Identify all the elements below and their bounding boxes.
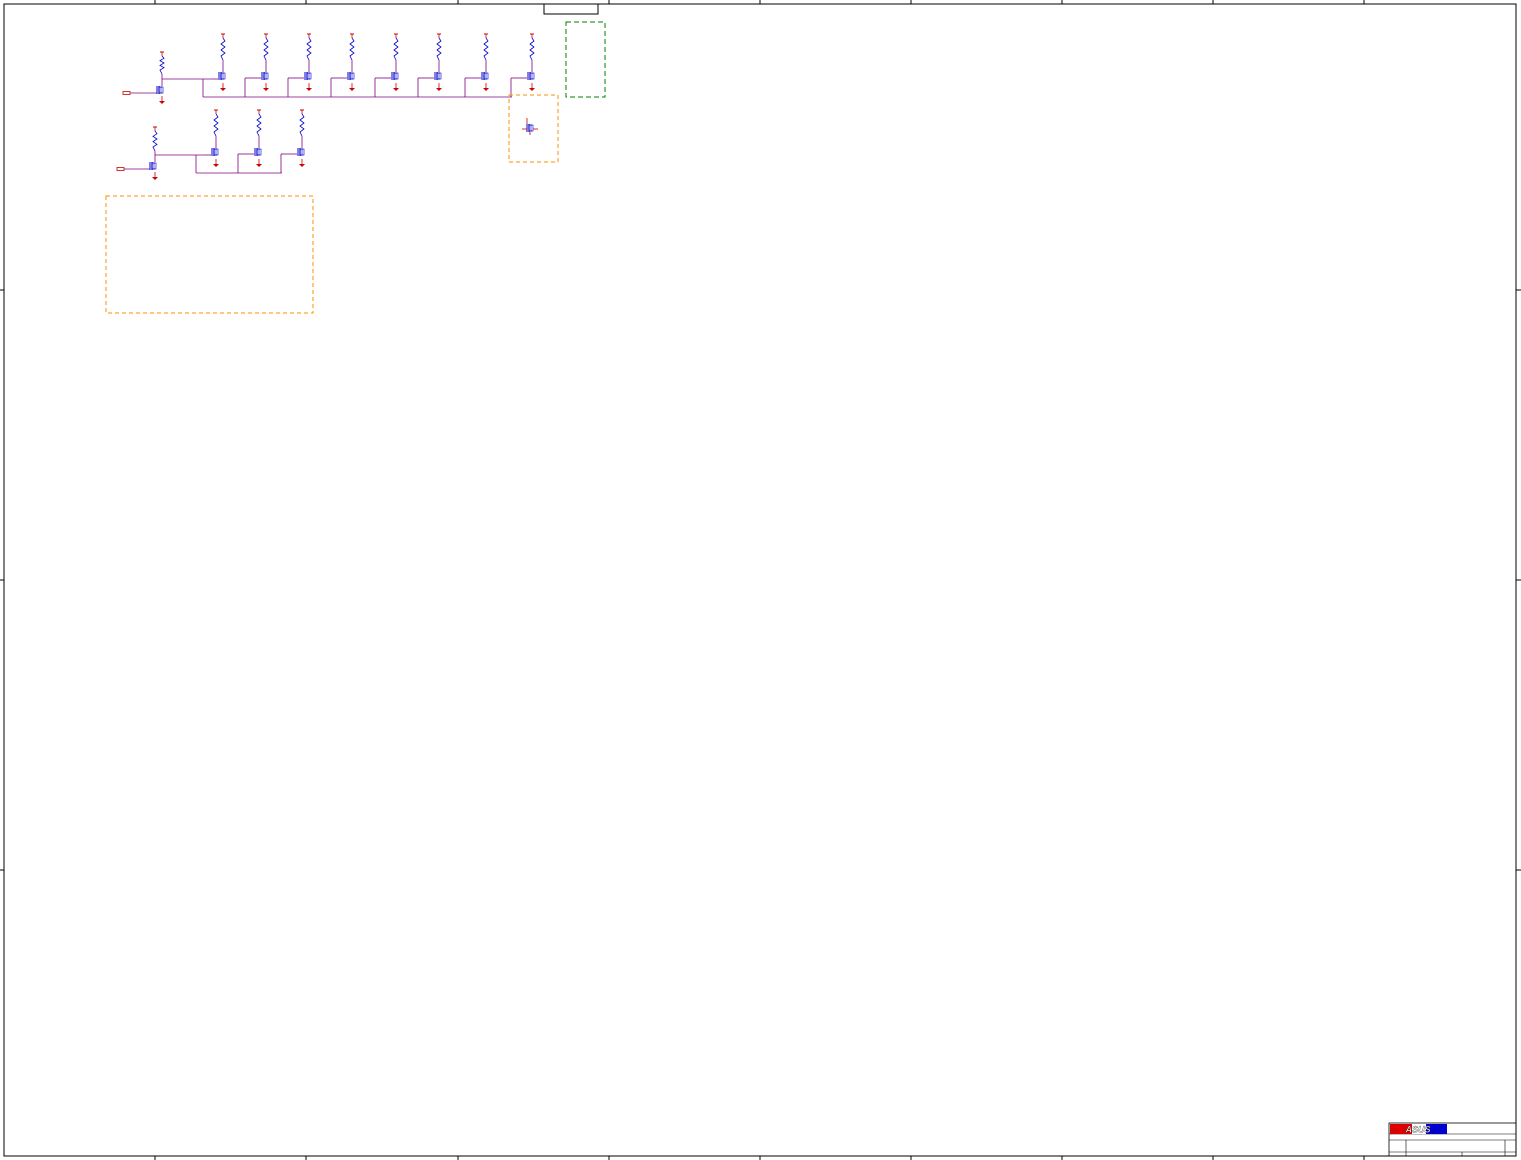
bottom-row-circuit [116,109,305,180]
mosfet-transistor [211,148,219,156]
ground-symbol [436,83,442,91]
pullup-resistor [299,109,305,137]
ground-arrow [220,88,226,91]
mosfet-transistor [297,148,305,156]
pullup-resistor [529,33,535,61]
mosfet-transistor [254,148,262,156]
body-diode [215,148,219,156]
resistor-body [263,37,269,61]
ground-arrow [256,164,262,167]
resistor-body [529,37,535,61]
body-diode [395,72,399,80]
mosfet-transistor [527,72,535,80]
ground-arrow [529,88,535,91]
zone-ticks [0,0,1521,1160]
ground-symbol [299,159,305,167]
resistor-body [306,37,312,61]
resistor-body [349,37,355,61]
ground-arrow [436,88,442,91]
mosfet-transistor [218,72,226,80]
ground-symbol [349,83,355,91]
ground-symbol [152,172,158,180]
asus-logo: ASUS [1390,1124,1447,1135]
mosfet-transistor [391,72,399,80]
sheet-border [3,3,1517,1157]
body-diode [153,162,157,170]
ground-symbol [256,159,262,167]
highlight-box-large [105,195,314,314]
ground-arrow [213,164,219,167]
top-row-circuit [122,33,535,104]
pullup-resistor [263,33,269,61]
resistor-body [393,37,399,61]
ground-symbol [159,96,165,104]
ground-arrow [393,88,399,91]
mosfet-transistor [304,72,312,80]
mosfet-transistor [149,162,157,170]
resistor-body [159,55,165,75]
body-diode [485,72,489,80]
pullup-resistor [436,33,442,61]
input-port [116,167,125,171]
ground-arrow [483,88,489,91]
title-block: ASUS [1388,1122,1517,1157]
resistor-body [256,113,262,137]
resistor-body [152,130,158,152]
mosfet-transistor [526,124,534,132]
ground-symbol [220,83,226,91]
pullup-resistor [483,33,489,61]
resistor-body [483,37,489,61]
mosfet-transistor [481,72,489,80]
body-diode [530,124,534,132]
resistor-body [213,113,219,137]
body-diode [531,72,535,80]
resistor-body [220,37,226,61]
ground-arrow [159,101,165,104]
body-diode [308,72,312,80]
pullup-resistor [213,109,219,137]
body-diode [438,72,442,80]
isolated-transistor [522,118,538,135]
mosfet-transistor [261,72,269,80]
pullup-resistor [393,33,399,61]
body-diode [222,72,226,80]
ground-arrow [349,88,355,91]
resistor-body [299,113,305,137]
ground-arrow [299,164,305,167]
ground-symbol [393,83,399,91]
pullup-resistor [152,126,158,152]
ground-arrow [263,88,269,91]
ground-symbol [213,159,219,167]
body-diode [301,148,305,156]
note-box-green [565,21,606,98]
resistor-body [436,37,442,61]
pullup-resistor [159,51,165,75]
ground-symbol [529,83,535,91]
input-port [122,91,131,95]
logo-text: ASUS [1404,1125,1430,1135]
mosfet-transistor [347,72,355,80]
switch-circuit [116,33,538,180]
pullup-resistor [349,33,355,61]
schematic-sheet: ASUS [0,0,1521,1160]
pullup-resistor [256,109,262,137]
body-diode [351,72,355,80]
ground-arrow [152,177,158,180]
ground-symbol [483,83,489,91]
highlight-box-small [508,94,559,163]
mosfet-transistor [434,72,442,80]
ground-symbol [306,83,312,91]
body-diode [160,86,164,94]
mosfet-transistor [156,86,164,94]
body-diode [258,148,262,156]
pullup-resistor [220,33,226,61]
pullup-resistor [306,33,312,61]
ground-arrow [306,88,312,91]
body-diode [265,72,269,80]
ground-symbol [263,83,269,91]
sheet-tab-box [543,3,599,15]
